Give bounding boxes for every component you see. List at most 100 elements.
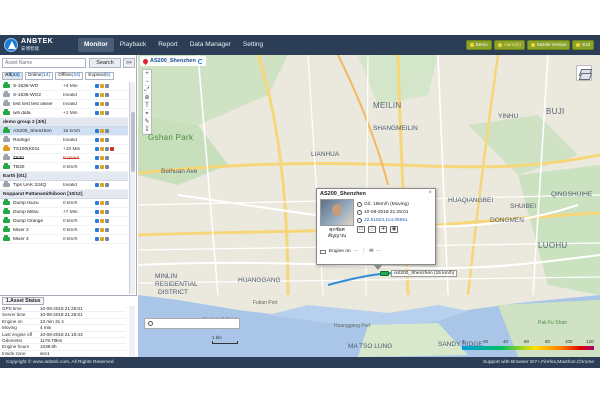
track-icon[interactable] — [95, 210, 99, 214]
command-icon[interactable] — [100, 219, 104, 223]
command-icon[interactable] — [100, 102, 104, 106]
menu-icon[interactable] — [105, 165, 109, 169]
map-layers-icon[interactable] — [576, 65, 592, 81]
track-icon[interactable] — [95, 93, 99, 97]
asset-row[interactable]: Mixer 4 0 km/h — [0, 235, 128, 244]
track-icon[interactable] — [95, 156, 99, 160]
asset-row[interactable]: Dump Isuzu 0 km/h — [0, 199, 128, 208]
asset-group-row[interactable]: Nopparat Pattanamithiboon [10/12] — [0, 190, 128, 199]
track-icon[interactable] — [95, 84, 99, 88]
command-icon[interactable] — [100, 111, 104, 115]
menu-icon[interactable] — [105, 102, 109, 106]
alarm-button[interactable]: Alarm(0) — [493, 40, 525, 50]
asset-row[interactable]: S-1636-WO2 Invalid — [0, 91, 128, 100]
tab-online[interactable]: Online(14) — [24, 72, 54, 80]
command-icon[interactable] — [100, 138, 104, 142]
asset-row[interactable]: TB30 0 km/h — [0, 163, 128, 172]
map-view[interactable]: AS200_Shenzhen + − ⤢ ⊕ T ⌖ ✎ ↧ BUJI MEILIN SHANGM… — [138, 55, 600, 357]
popup-more-3[interactable]: ⋯ — [376, 249, 381, 254]
asset-list-scrollbar[interactable] — [129, 82, 135, 294]
asset-group-row[interactable]: demo group 2 [3/5] — [0, 118, 128, 127]
navigate-icon[interactable]: ➜ — [379, 226, 387, 233]
menu-icon[interactable] — [105, 228, 109, 232]
menu-icon[interactable] — [105, 138, 109, 142]
command-icon[interactable] — [100, 165, 104, 169]
popup-close-icon[interactable]: × — [428, 190, 432, 196]
track-icon[interactable] — [95, 102, 99, 106]
asset-row[interactable]: test test test olivier Invalid — [0, 100, 128, 109]
zoom-in-icon[interactable]: + — [143, 70, 151, 78]
video-icon[interactable]: ▭ — [357, 226, 365, 233]
track-icon[interactable] — [95, 138, 99, 142]
zoom-out-icon[interactable]: − — [143, 78, 151, 86]
menu-icon[interactable] — [105, 183, 109, 187]
menu-icon[interactable] — [105, 129, 109, 133]
command-icon[interactable] — [100, 84, 104, 88]
exit-button[interactable]: Exit — [572, 40, 594, 50]
asset-row[interactable]: S-1636-WO +4 Min — [0, 82, 128, 91]
locate-icon[interactable]: ⊕ — [143, 94, 151, 102]
popup-more-2[interactable]: ⋮ — [361, 249, 366, 254]
message-icon[interactable]: ✉ — [369, 249, 373, 254]
scroll-thumb[interactable] — [131, 112, 135, 172]
command-icon[interactable] — [100, 201, 104, 205]
tab-all[interactable]: All(43) — [2, 72, 23, 80]
nav-report[interactable]: Report — [152, 38, 184, 52]
track-icon[interactable] — [95, 129, 99, 133]
asset-search-input[interactable] — [2, 58, 86, 68]
camera-icon[interactable]: ◉ — [390, 226, 398, 233]
nav-setting[interactable]: Setting — [237, 38, 269, 52]
menu-icon[interactable] — [105, 237, 109, 241]
track-icon[interactable] — [95, 111, 99, 115]
popup-coords-link[interactable]: 22.51823,114.06951 — [364, 218, 408, 223]
track-icon[interactable] — [95, 183, 99, 187]
nav-playback[interactable]: Playback — [114, 38, 152, 52]
menu-icon[interactable] — [105, 156, 109, 160]
asset-row[interactable]: Rodrigo Invalid — [0, 136, 128, 145]
track-icon[interactable] — [95, 237, 99, 241]
draw-icon[interactable]: ✎ — [143, 118, 151, 126]
user-button[interactable]: Demo — [465, 40, 492, 50]
nav-data-manager[interactable]: Data Manager — [184, 38, 237, 52]
expand-panel-button[interactable]: >> — [123, 58, 135, 68]
nav-monitor[interactable]: Monitor — [78, 38, 114, 52]
command-icon[interactable] — [100, 210, 104, 214]
status-scrollbar[interactable] — [129, 306, 135, 358]
asset-row[interactable]: Dump Mitsu +7 Min — [0, 208, 128, 217]
tab-expired[interactable]: Expired(5) — [85, 72, 114, 80]
asset-row[interactable]: wifi data +1 Min — [0, 109, 128, 118]
menu-icon[interactable] — [105, 147, 109, 151]
asset-status-tab[interactable]: 1.Asset Status — [2, 297, 45, 305]
track-icon[interactable] — [95, 201, 99, 205]
menu-icon[interactable] — [105, 111, 109, 115]
command-icon[interactable] — [100, 93, 104, 97]
command-icon[interactable] — [100, 129, 104, 133]
command-icon[interactable] — [100, 156, 104, 160]
command-icon[interactable] — [100, 228, 104, 232]
vehicle-marker-icon[interactable] — [380, 271, 389, 276]
asset-row[interactable]: Mixer 2 0 km/h — [0, 226, 128, 235]
menu-icon[interactable] — [105, 93, 109, 97]
info-icon[interactable]: ⓘ — [368, 226, 376, 233]
asset-row[interactable]: TS100(K011 +10 Min — [0, 145, 128, 154]
map-search-box[interactable] — [144, 318, 240, 329]
track-icon[interactable] — [95, 219, 99, 223]
popup-more-1[interactable]: ⋯ — [354, 249, 359, 254]
asset-row[interactable]: T630 Expired — [0, 154, 128, 163]
command-icon[interactable] — [100, 183, 104, 187]
vehicle-label[interactable]: AS200_Shenzhen (15 km/h) — [391, 270, 458, 277]
track-icon[interactable] — [95, 165, 99, 169]
asset-group-row[interactable]: Earth [0/1] — [0, 172, 128, 181]
menu-icon[interactable] — [105, 201, 109, 205]
refresh-icon[interactable] — [197, 58, 203, 64]
search-button[interactable]: Search — [89, 58, 121, 68]
text-tool-icon[interactable]: T — [143, 102, 151, 110]
asset-row[interactable]: Dump Orange 0 km/h — [0, 217, 128, 226]
mobile-version-button[interactable]: Mobile Version — [526, 40, 571, 50]
asset-row[interactable]: Tips UAK 334Q Invalid — [0, 181, 128, 190]
track-icon[interactable] — [95, 147, 99, 151]
menu-icon[interactable] — [105, 84, 109, 88]
menu-icon[interactable] — [105, 210, 109, 214]
track-icon[interactable] — [95, 228, 99, 232]
tab-offline[interactable]: Offline(24) — [55, 72, 84, 80]
